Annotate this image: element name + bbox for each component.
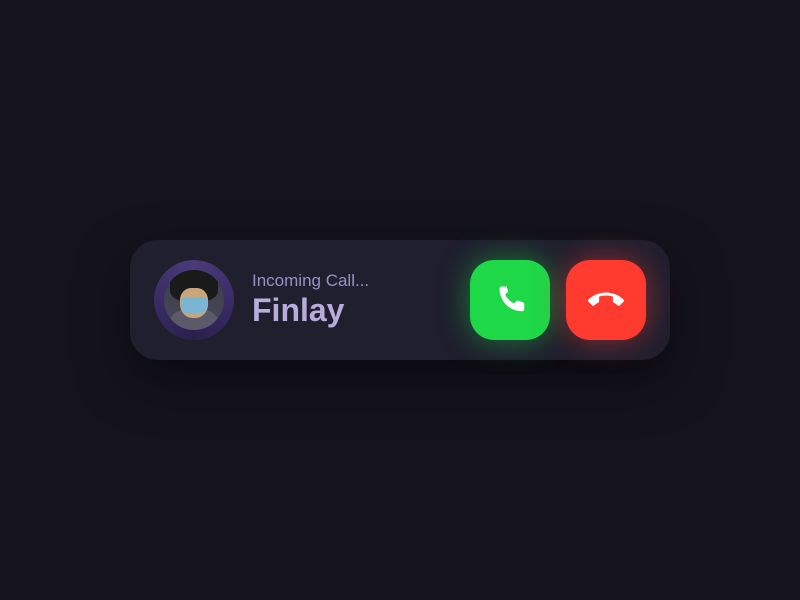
- call-status-label: Incoming Call...: [252, 271, 452, 291]
- phone-hangup-icon: [588, 282, 624, 318]
- accept-call-button[interactable]: [470, 260, 550, 340]
- call-info: Incoming Call... Finlay: [252, 271, 452, 328]
- incoming-call-card: Incoming Call... Finlay: [130, 240, 670, 360]
- call-actions: [470, 260, 646, 340]
- caller-avatar: [154, 260, 234, 340]
- caller-name: Finlay: [252, 293, 452, 328]
- decline-call-button[interactable]: [566, 260, 646, 340]
- phone-icon: [492, 282, 528, 318]
